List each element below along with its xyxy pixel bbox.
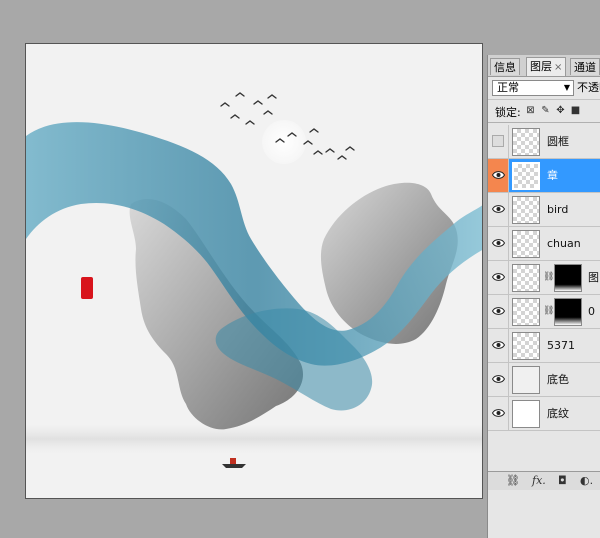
layer-thumbnail xyxy=(512,128,540,156)
ink-painting-artwork xyxy=(26,92,482,468)
layer-row[interactable]: ⛓ 图 xyxy=(488,261,600,295)
visibility-toggle[interactable] xyxy=(488,125,509,158)
close-icon[interactable]: × xyxy=(554,62,562,73)
layer-thumbnail xyxy=(512,332,540,360)
eye-icon xyxy=(492,239,505,247)
layer-row[interactable]: 5371 xyxy=(488,329,600,363)
lock-options-row: 锁定: ⊠ ✎ ✥ ■ xyxy=(488,100,600,123)
layer-name: 5371 xyxy=(547,339,575,352)
document-canvas[interactable] xyxy=(25,43,483,499)
layer-name: 底色 xyxy=(547,373,569,386)
visibility-toggle[interactable] xyxy=(488,329,509,362)
layer-row[interactable]: 底纹 xyxy=(488,397,600,431)
chevron-down-icon: ▼ xyxy=(563,83,570,92)
eye-icon xyxy=(492,205,505,213)
visibility-toggle[interactable] xyxy=(488,227,509,260)
fishing-boat xyxy=(222,458,246,468)
add-mask-icon[interactable]: ◘ xyxy=(558,474,567,488)
eye-icon xyxy=(492,409,505,417)
layer-row[interactable]: ⛓ 0 xyxy=(488,295,600,329)
layer-thumbnail xyxy=(512,264,540,292)
visibility-toggle[interactable] xyxy=(488,363,509,396)
lock-position-icon[interactable]: ✥ xyxy=(555,105,566,116)
visibility-toggle[interactable] xyxy=(488,295,509,328)
layer-mask-thumbnail[interactable] xyxy=(554,298,582,326)
eye-icon xyxy=(492,307,505,315)
layer-thumbnail xyxy=(512,196,540,224)
layers-panel: 信息 图层× 通道 正常 ▼ 不透明 锁定: ⊠ ✎ ✥ ■ 圆框 章 bird xyxy=(487,55,600,538)
layer-row-selected[interactable]: 章 xyxy=(488,159,600,193)
layer-name: 0 xyxy=(588,305,595,318)
eye-icon xyxy=(492,273,505,281)
layer-name: 底纹 xyxy=(547,407,569,420)
panel-tab-bar: 信息 图层 × 通道 xyxy=(488,55,600,77)
layer-thumbnail xyxy=(512,230,540,258)
eye-icon xyxy=(492,341,505,349)
layer-thumbnail xyxy=(512,298,540,326)
layer-row[interactable]: chuan xyxy=(488,227,600,261)
layer-name: bird xyxy=(547,203,569,216)
mask-link-icon[interactable]: ⛓ xyxy=(543,306,554,316)
visibility-toggle[interactable] xyxy=(488,193,509,226)
eye-icon xyxy=(492,375,505,383)
tab-info[interactable]: 信息 xyxy=(490,58,520,75)
hidden-visibility-box xyxy=(492,135,504,147)
visibility-toggle[interactable] xyxy=(488,159,509,192)
panel-bottom-toolbar: ⛓ fx. ◘ ◐. xyxy=(488,471,600,490)
adjustment-layer-icon[interactable]: ◐. xyxy=(580,474,593,488)
layer-name: 图 xyxy=(588,271,599,284)
lock-transparent-pixels-icon[interactable]: ⊠ xyxy=(525,105,536,116)
lock-all-icon[interactable]: ■ xyxy=(570,105,581,116)
tab-channels[interactable]: 通道 xyxy=(570,58,600,75)
layer-name: 章 xyxy=(547,169,558,182)
layer-mask-thumbnail[interactable] xyxy=(554,264,582,292)
red-seal-stamp xyxy=(81,277,93,299)
layer-row[interactable]: 底色 xyxy=(488,363,600,397)
visibility-toggle[interactable] xyxy=(488,397,509,430)
layer-style-icon[interactable]: fx. xyxy=(532,474,546,488)
layer-thumbnail xyxy=(512,162,540,190)
lock-label: 锁定: xyxy=(495,106,521,119)
tab-layers[interactable]: 图层 × xyxy=(526,57,567,76)
blend-mode-select[interactable]: 正常 ▼ xyxy=(492,80,574,96)
layer-thumbnail xyxy=(512,400,540,428)
layer-row[interactable]: 圆框 xyxy=(488,125,600,159)
layer-thumbnail xyxy=(512,366,540,394)
horizon-haze xyxy=(26,424,482,454)
blend-options-row: 正常 ▼ 不透明 xyxy=(488,77,600,100)
visibility-toggle[interactable] xyxy=(488,261,509,294)
layer-name: chuan xyxy=(547,237,581,250)
lock-image-pixels-icon[interactable]: ✎ xyxy=(540,105,551,116)
layer-row[interactable]: bird xyxy=(488,193,600,227)
mask-link-icon[interactable]: ⛓ xyxy=(543,272,554,282)
layer-name: 圆框 xyxy=(547,135,569,148)
link-layers-icon[interactable]: ⛓ xyxy=(506,474,520,488)
eye-icon xyxy=(492,171,505,179)
opacity-label: 不透明 xyxy=(577,81,600,94)
